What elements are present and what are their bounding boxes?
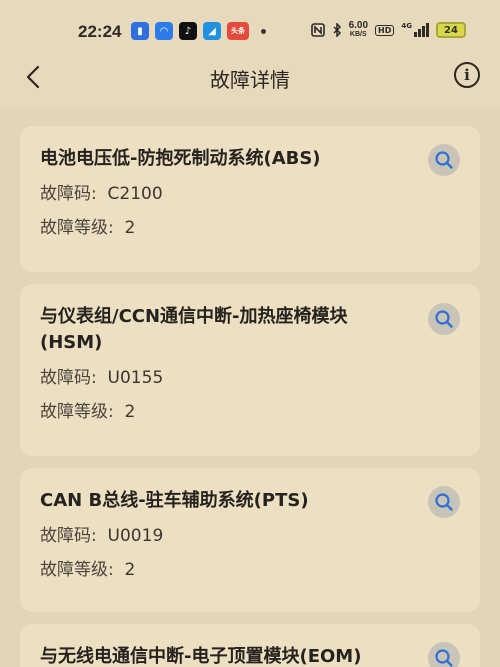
more-notifications-dot [261, 28, 266, 34]
fault-code-value: C2100 [107, 184, 163, 204]
fault-level-row: 故障等级: 2 [40, 558, 460, 582]
nfc-icon [310, 23, 325, 37]
search-icon [435, 649, 453, 667]
fault-card: 与仪表组/CCN通信中断-加热座椅模块(HSM) 故障码: U0155 故障等级… [20, 284, 480, 456]
fault-title: 与仪表组/CCN通信中断-加热座椅模块(HSM) [40, 306, 348, 353]
fault-title: CAN B总线-驻车辅助系统(PTS) [40, 490, 309, 511]
app-icon-4: ◢ [203, 22, 221, 40]
fault-card: 与无线电通信中断-电子顶置模块(EOM) [20, 624, 480, 667]
fault-code-row: 故障码: U0019 [40, 524, 460, 548]
network-type: 4G [401, 22, 412, 30]
hd-badge: HD [375, 24, 395, 36]
status-indicators: 6.00 KB/S HD 4G 24 [310, 20, 466, 39]
fault-code-label: 故障码: [40, 526, 97, 546]
fault-level-label: 故障等级: [40, 218, 114, 238]
fault-level-value: 2 [124, 402, 136, 422]
fault-level-label: 故障等级: [40, 402, 114, 422]
notification-icons: ▮ ◠ ♪ ◢ 头条 [131, 22, 266, 40]
bluetooth-icon [333, 23, 341, 37]
search-icon [435, 151, 453, 169]
fault-code-row: 故障码: C2100 [40, 182, 460, 206]
network-speed: 6.00 KB/S [348, 20, 369, 39]
info-icon: i [464, 66, 470, 84]
info-button[interactable]: i [454, 62, 480, 88]
fault-code-label: 故障码: [40, 184, 97, 204]
fault-card: CAN B总线-驻车辅助系统(PTS) 故障码: U0019 故障等级: 2 [20, 468, 480, 612]
cell-signal: 4G [401, 23, 429, 37]
search-button[interactable] [428, 486, 460, 518]
page-title: 故障详情 [210, 68, 290, 92]
search-button[interactable] [428, 642, 460, 667]
fault-level-label: 故障等级: [40, 560, 114, 580]
fault-code-row: 故障码: U0155 [40, 366, 460, 390]
search-icon [435, 310, 453, 328]
fault-level-row: 故障等级: 2 [40, 216, 460, 240]
app-icon-1: ▮ [131, 22, 149, 40]
toutiao-icon: 头条 [227, 22, 249, 40]
search-icon [435, 493, 453, 511]
tiktok-icon: ♪ [179, 22, 197, 40]
fault-level-row: 故障等级: 2 [40, 400, 460, 424]
battery-icon: 24 [436, 22, 466, 38]
status-bar: 22:24 ▮ ◠ ♪ ◢ 头条 6.00 KB/S HD 4G 24 [0, 0, 500, 62]
search-button[interactable] [428, 144, 460, 176]
status-time: 22:24 [78, 22, 122, 41]
fault-card: 电池电压低-防抱死制动系统(ABS) 故障码: C2100 故障等级: 2 [20, 126, 480, 272]
fault-code-value: U0019 [107, 526, 164, 546]
search-button[interactable] [428, 303, 460, 335]
fault-code-label: 故障码: [40, 368, 97, 388]
fault-title: 电池电压低-防抱死制动系统(ABS) [40, 148, 321, 169]
nav-bar: 故障详情 i [0, 62, 500, 108]
fault-level-value: 2 [124, 218, 136, 238]
fault-level-value: 2 [124, 560, 136, 580]
fault-title: 与无线电通信中断-电子顶置模块(EOM) [40, 646, 362, 667]
signal-bars-icon [414, 23, 429, 37]
app-icon-2: ◠ [155, 22, 173, 40]
fault-code-value: U0155 [107, 368, 164, 388]
